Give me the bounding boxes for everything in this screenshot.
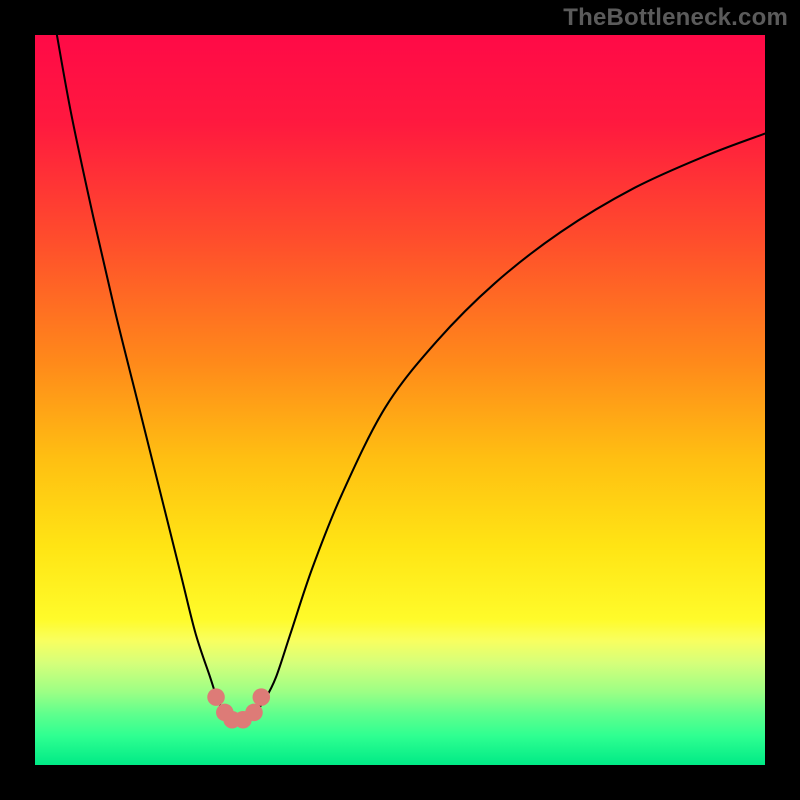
plot-area: [35, 35, 765, 765]
marker-dot: [253, 688, 271, 706]
minimum-markers: [207, 688, 270, 728]
chart-frame: TheBottleneck.com: [0, 0, 800, 800]
marker-dot: [245, 704, 263, 722]
watermark-text: TheBottleneck.com: [563, 4, 788, 32]
bottleneck-curve: [57, 35, 765, 720]
curve-svg: [35, 35, 765, 765]
marker-dot: [207, 688, 225, 706]
